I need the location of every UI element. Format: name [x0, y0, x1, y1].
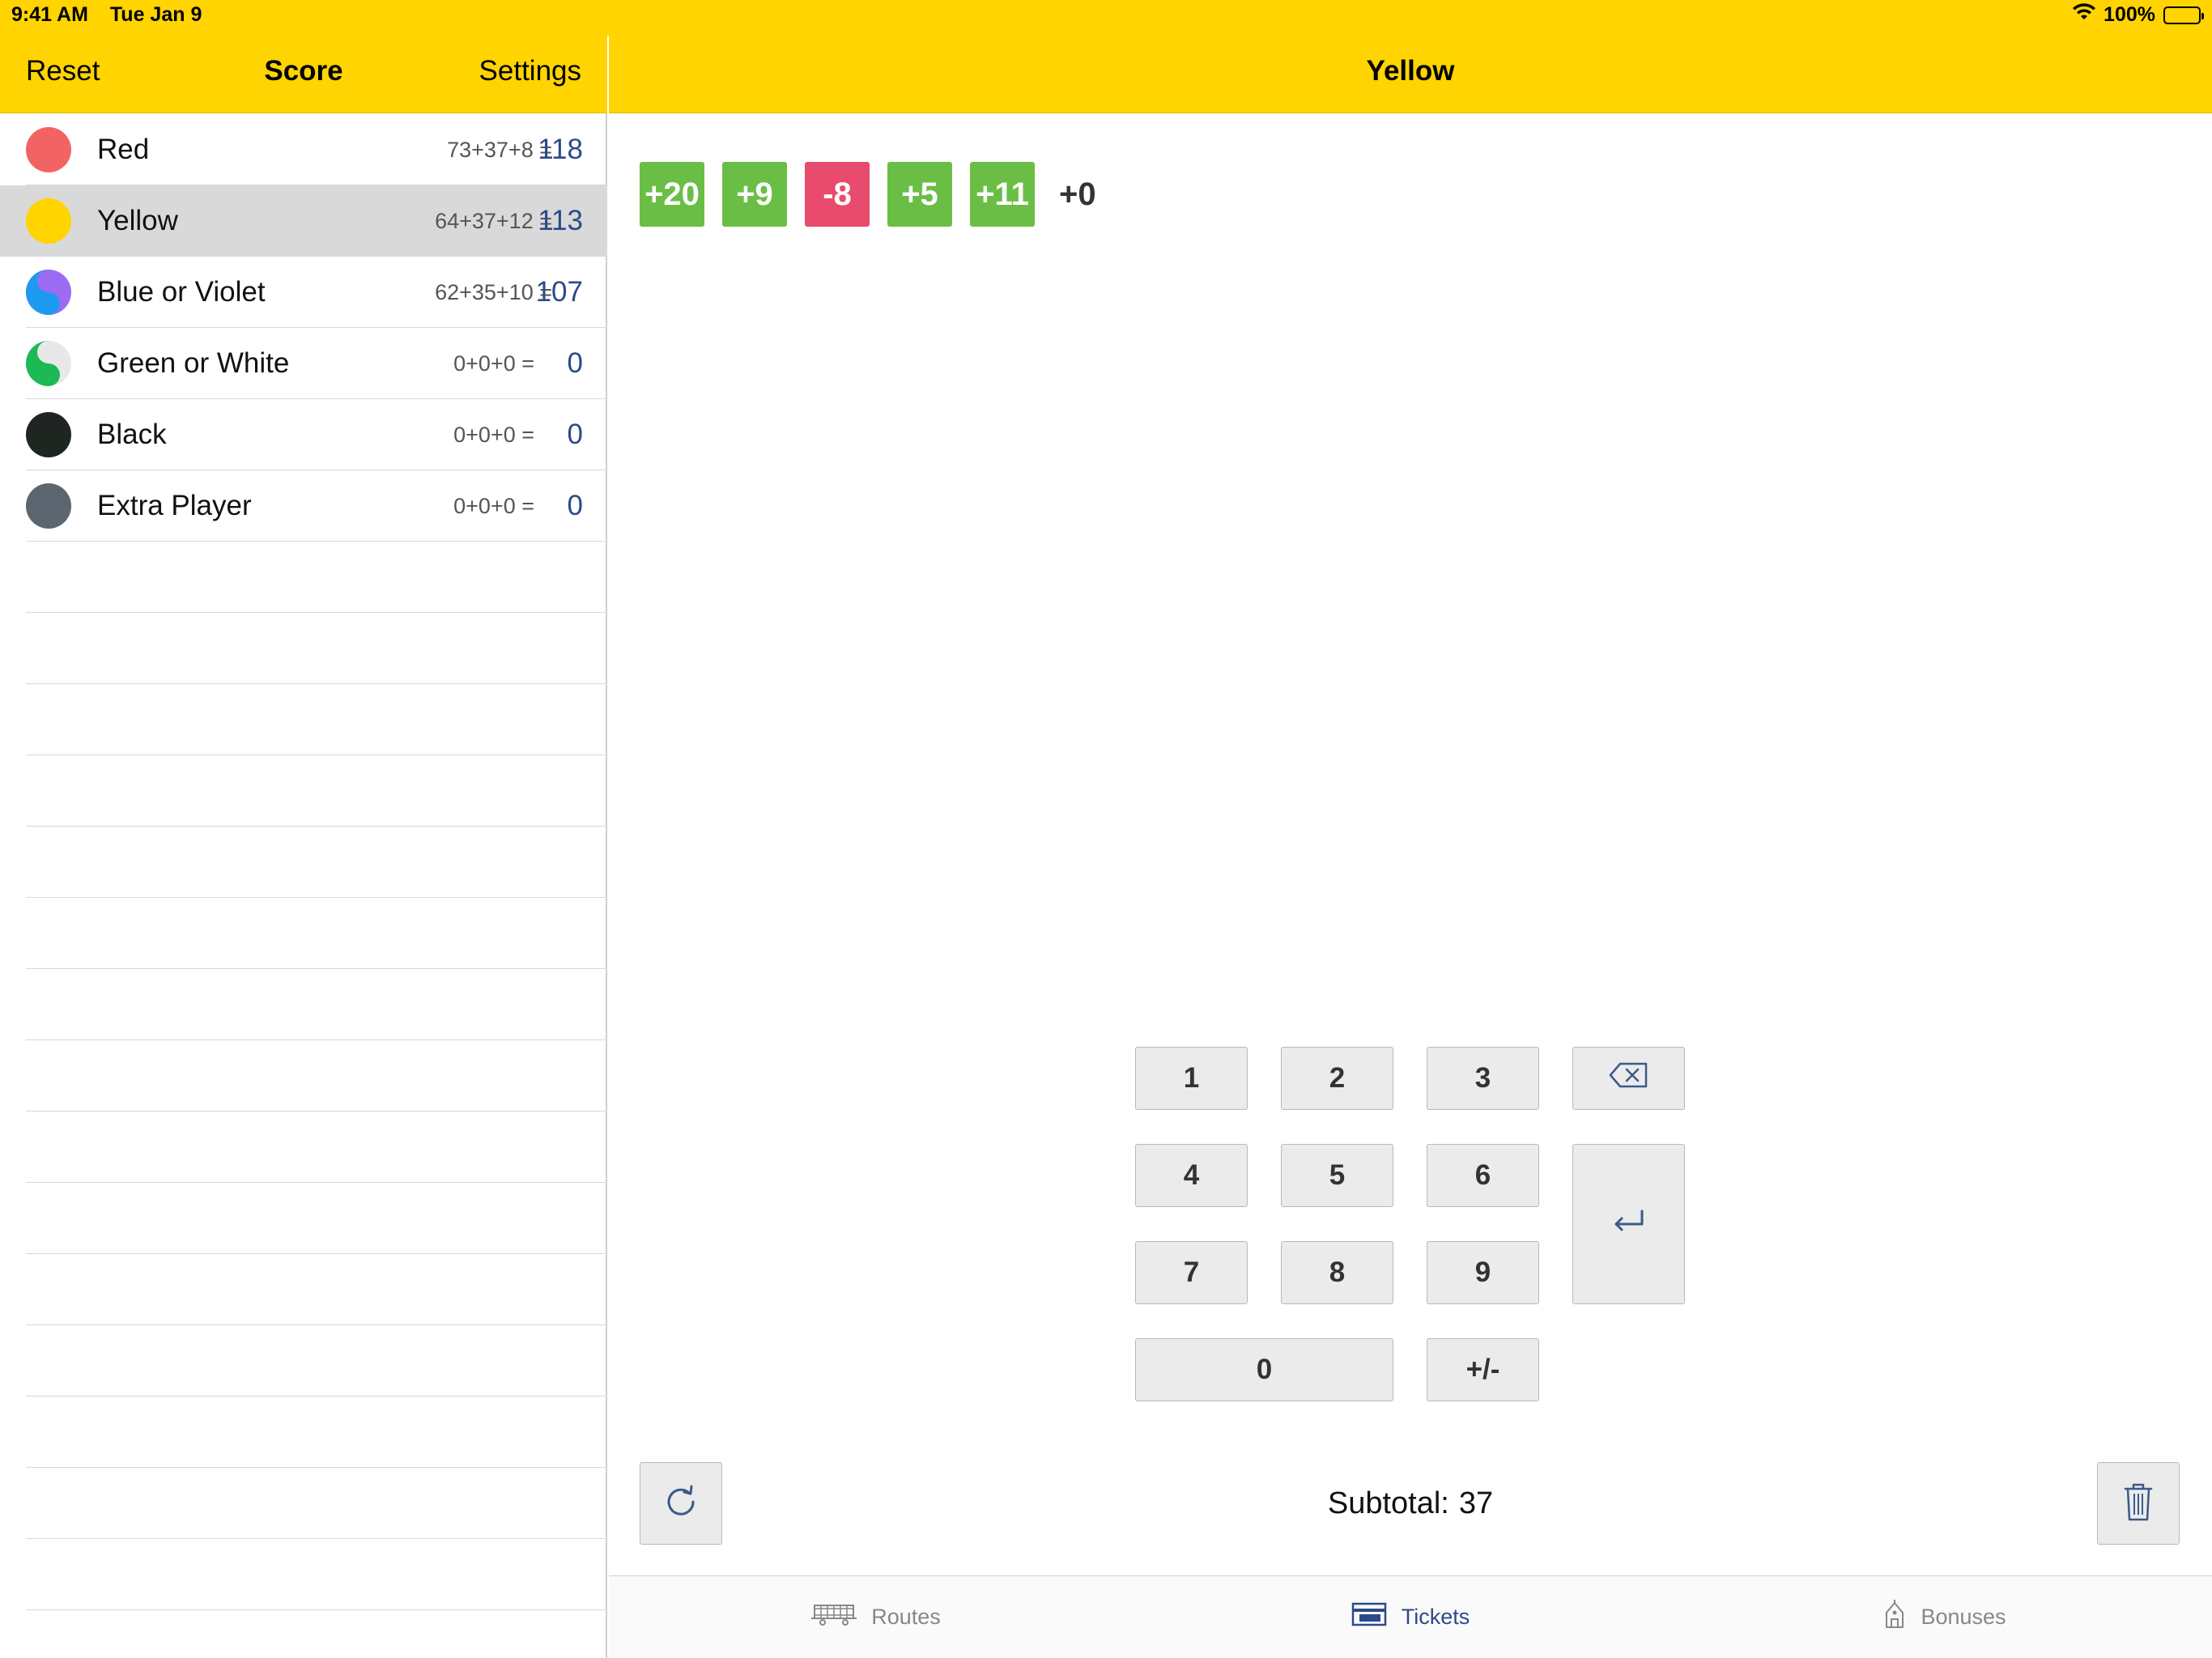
player-total: 118: [538, 134, 583, 165]
empty-row: [0, 1610, 607, 1658]
battery-percent: 100%: [2104, 3, 2155, 26]
key-9[interactable]: 9: [1427, 1241, 1539, 1304]
enter-key[interactable]: [1572, 1144, 1685, 1304]
key-5[interactable]: 5: [1281, 1144, 1393, 1207]
empty-row: [0, 969, 607, 1040]
subtotal-value: 37: [1458, 1486, 1494, 1520]
player-row-extra-player[interactable]: Extra Player 0+0+0 = 0: [0, 470, 607, 542]
ticket-chip[interactable]: +11: [970, 162, 1035, 227]
player-score-breakdown: 0+0+0 =: [453, 422, 534, 447]
empty-row: [0, 1539, 607, 1610]
backspace-key[interactable]: [1572, 1047, 1685, 1110]
player-color-swatch: [26, 198, 71, 244]
empty-row: [0, 1325, 607, 1397]
empty-row: [0, 1112, 607, 1183]
player-name: Extra Player: [97, 490, 252, 521]
player-row-black[interactable]: Black 0+0+0 = 0: [0, 399, 607, 470]
empty-row: [0, 1040, 607, 1112]
reset-button[interactable]: Reset: [26, 55, 100, 87]
backspace-icon: [1609, 1062, 1649, 1095]
left-nav-bar: Reset Score Settings: [0, 36, 607, 113]
wifi-icon: [2073, 3, 2096, 27]
empty-row: [0, 1183, 607, 1254]
player-score-breakdown: 64+37+12 =: [435, 208, 552, 233]
player-name: Yellow: [97, 205, 178, 236]
tab-tickets[interactable]: Tickets: [1143, 1576, 1678, 1658]
empty-row: [0, 898, 607, 969]
subtotal-label: Subtotal:: [1327, 1486, 1449, 1520]
return-icon: [1611, 1208, 1647, 1241]
player-total: 113: [538, 205, 583, 236]
player-color-swatch: [26, 412, 71, 457]
settings-button[interactable]: Settings: [479, 55, 581, 87]
player-total: 0: [567, 347, 583, 379]
empty-row: [0, 613, 607, 684]
player-name: Red: [97, 134, 150, 165]
tab-bonuses[interactable]: Bonuses: [1678, 1576, 2212, 1658]
key-3[interactable]: 3: [1427, 1047, 1539, 1110]
empty-row: [0, 684, 607, 755]
empty-row: [0, 1397, 607, 1468]
ticket-chip[interactable]: -8: [805, 162, 870, 227]
player-list: Red 73+37+8 = 118 Yellow 64+37+12 = 113 …: [0, 114, 607, 1658]
player-total: 0: [567, 490, 583, 521]
ticket-icon: [1351, 1602, 1387, 1632]
delete-button[interactable]: [2097, 1462, 2180, 1545]
player-score-breakdown: 0+0+0 =: [453, 351, 534, 376]
detail-panel: Yellow +20 +9 -8 +5 +11 +0 1 2 3 4 5 6 7…: [609, 0, 2212, 1658]
player-score-breakdown: 62+35+10 =: [435, 279, 552, 304]
ticket-chip[interactable]: +20: [640, 162, 704, 227]
key-4[interactable]: 4: [1135, 1144, 1248, 1207]
player-score-breakdown: 0+0+0 =: [453, 493, 534, 518]
trash-icon: [2122, 1481, 2155, 1527]
player-row-yellow[interactable]: Yellow 64+37+12 = 113: [0, 185, 607, 257]
player-row-green-or-white[interactable]: Green or White 0+0+0 = 0: [0, 328, 607, 399]
station-icon: [1883, 1600, 1906, 1635]
player-total: 0: [567, 419, 583, 450]
sign-toggle-key[interactable]: +/-: [1427, 1338, 1539, 1401]
tab-bar: Routes Tickets Bonuses: [609, 1575, 2212, 1658]
empty-row: [0, 755, 607, 827]
status-left: 9:41 AM Tue Jan 9: [11, 3, 218, 27]
tab-label: Bonuses: [1921, 1605, 2006, 1629]
player-score-breakdown: 73+37+8 =: [447, 137, 552, 162]
ticket-chip[interactable]: +5: [887, 162, 952, 227]
player-total: 107: [535, 276, 583, 308]
empty-row: [0, 1254, 607, 1325]
subtotal: Subtotal: 37: [609, 1486, 2212, 1521]
train-car-icon: [811, 1602, 857, 1632]
key-6[interactable]: 6: [1427, 1144, 1539, 1207]
player-color-swatch: [26, 127, 71, 172]
right-nav-bar: Yellow: [609, 36, 2212, 113]
tab-label: Tickets: [1401, 1605, 1470, 1629]
status-time: 9:41 AM: [11, 3, 88, 26]
player-color-swatch: [26, 270, 71, 315]
tab-label: Routes: [871, 1605, 941, 1629]
key-8[interactable]: 8: [1281, 1241, 1393, 1304]
selected-player-title: Yellow: [1366, 55, 1455, 87]
status-date: Tue Jan 9: [109, 3, 202, 26]
ticket-list: +20 +9 -8 +5 +11 +0: [640, 162, 1103, 227]
key-2[interactable]: 2: [1281, 1047, 1393, 1110]
battery-icon: [2163, 6, 2204, 24]
key-1[interactable]: 1: [1135, 1047, 1248, 1110]
key-0[interactable]: 0: [1135, 1338, 1393, 1401]
empty-row: [0, 827, 607, 898]
empty-row: [0, 1468, 607, 1539]
empty-row: [0, 542, 607, 613]
player-row-blue-or-violet[interactable]: Blue or Violet 62+35+10 = 107: [0, 257, 607, 328]
players-panel: Reset Score Settings Red 73+37+8 = 118 Y…: [0, 0, 607, 1658]
current-entry: +0: [1059, 176, 1096, 212]
player-color-swatch: [26, 483, 71, 529]
player-row-red[interactable]: Red 73+37+8 = 118: [0, 114, 607, 185]
key-7[interactable]: 7: [1135, 1241, 1248, 1304]
player-name: Green or White: [97, 347, 290, 379]
status-right: 100%: [2073, 3, 2204, 27]
player-color-swatch: [26, 341, 71, 386]
player-name: Blue or Violet: [97, 276, 266, 308]
player-name: Black: [97, 419, 167, 450]
ticket-chip[interactable]: +9: [722, 162, 787, 227]
status-bar: 9:41 AM Tue Jan 9 100%: [0, 0, 2212, 36]
tab-routes[interactable]: Routes: [609, 1576, 1143, 1658]
